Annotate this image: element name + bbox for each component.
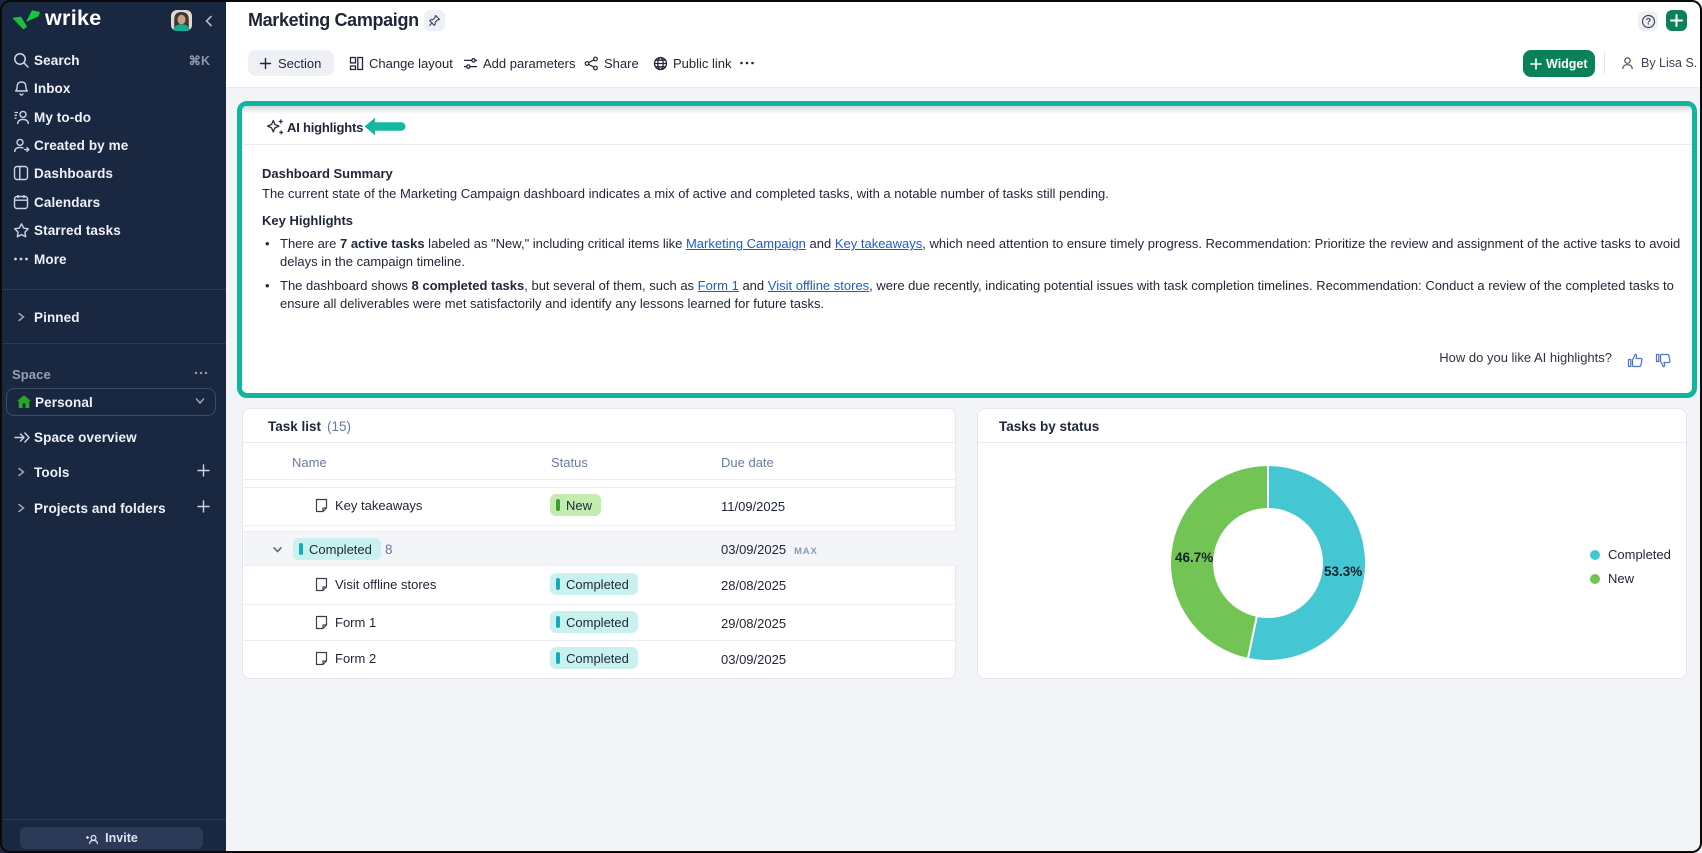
- svg-text:?: ?: [1645, 16, 1651, 26]
